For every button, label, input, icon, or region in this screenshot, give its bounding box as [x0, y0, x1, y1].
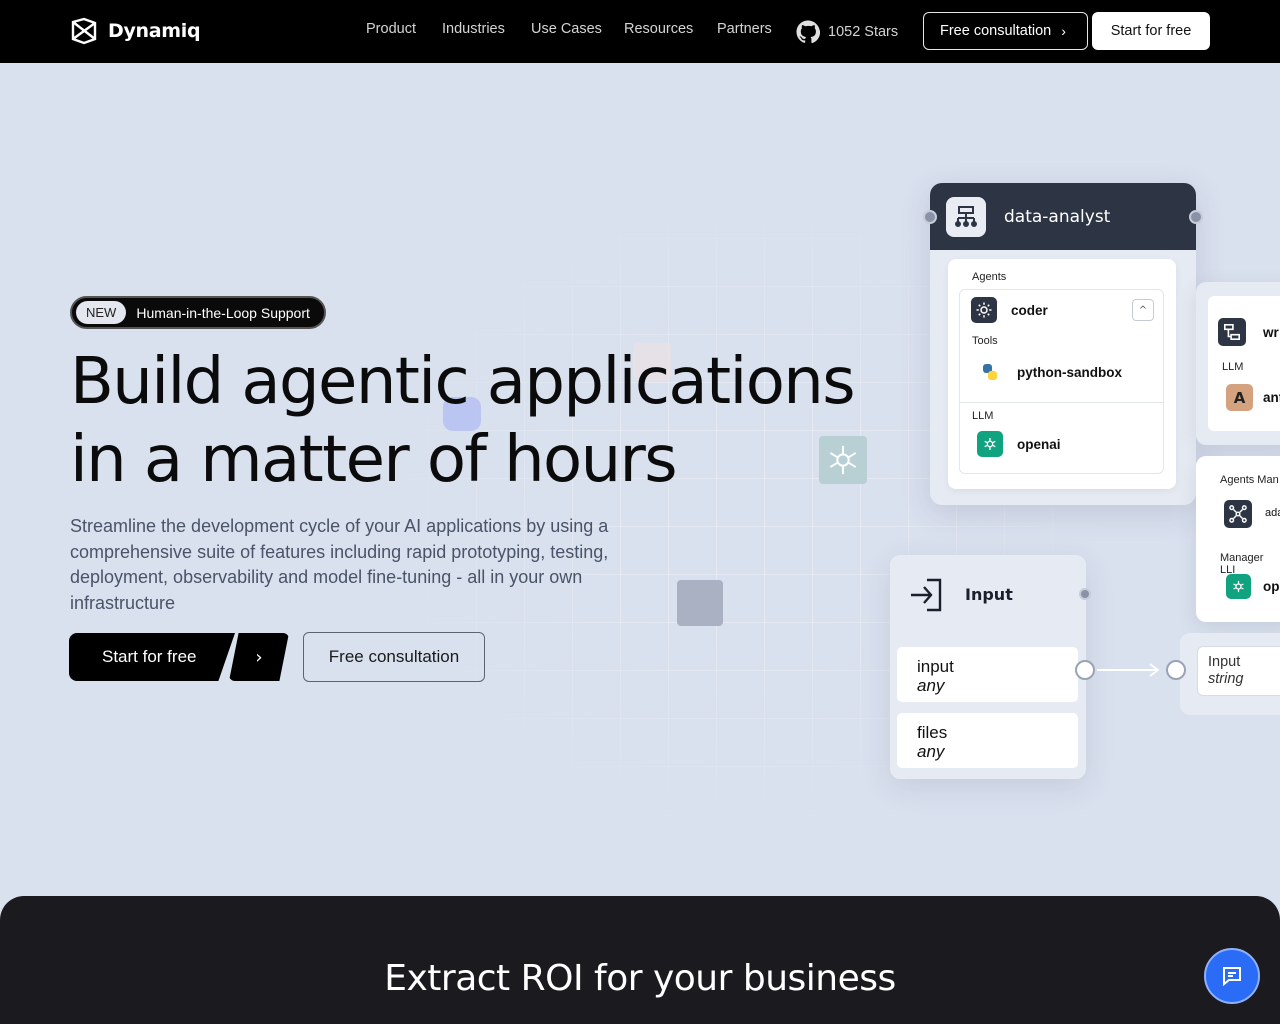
node-title: data-analyst: [1004, 206, 1111, 227]
hero-title-line2: in a matter of hours: [70, 423, 678, 497]
llm-section-label: LLM: [972, 410, 994, 422]
llm-name-partial: ant: [1263, 390, 1280, 405]
sign-in-icon: [911, 578, 942, 612]
agent-row-coder[interactable]: coder: [971, 297, 1048, 323]
dynamiq-logo-icon: [71, 17, 97, 45]
openai-icon: [1226, 574, 1251, 599]
hero-consultation-button[interactable]: Free consultation: [303, 632, 485, 682]
chat-widget-button[interactable]: [1204, 948, 1260, 1004]
tools-section-label: Tools: [972, 335, 998, 347]
floating-grey-tile: [677, 580, 723, 626]
hero-title: Build agentic applications in a matter o…: [70, 343, 890, 499]
workflow-icon: [1218, 318, 1246, 346]
node-title-partial: wr: [1263, 325, 1279, 340]
badge-text: Human-in-the-Loop Support: [136, 304, 310, 321]
github-stars-link[interactable]: 1052 Stars: [796, 20, 898, 44]
input-node-handle[interactable]: [1079, 588, 1091, 600]
nav-consultation-label: Free consultation: [940, 23, 1052, 39]
chat-bubble-icon: [1223, 967, 1241, 987]
python-icon: [977, 359, 1003, 385]
input-connector[interactable]: [1166, 660, 1186, 680]
nav-start-button[interactable]: Start for free: [1092, 12, 1210, 50]
agent-partial: ada: [1265, 507, 1280, 519]
tool-name: python-sandbox: [1017, 364, 1122, 380]
nav-use-cases[interactable]: Use Cases: [531, 21, 602, 37]
target-port-type: string: [1208, 671, 1244, 687]
network-icon: [1224, 500, 1252, 528]
target-port-name: Input: [1208, 654, 1241, 670]
chevron-right-icon: ›: [1061, 23, 1066, 39]
port-type: any: [917, 676, 945, 695]
agents-manager-label: Agents Man: [1220, 474, 1279, 486]
anthropic-icon: A: [1226, 384, 1253, 411]
nav-resources[interactable]: Resources: [624, 21, 693, 37]
badge-new-tag: NEW: [76, 301, 127, 324]
port-name: input: [917, 657, 954, 676]
output-connector[interactable]: [1075, 660, 1095, 680]
roi-section-title: Extract ROI for your business: [384, 958, 896, 999]
hierarchy-icon: [946, 196, 986, 237]
port-type: any: [917, 742, 945, 761]
nav-product[interactable]: Product: [366, 21, 416, 37]
gear-agent-icon: [971, 297, 997, 323]
openai-icon: [977, 431, 1003, 457]
brand-name: Dynamiq: [108, 20, 201, 42]
github-icon: [796, 20, 820, 44]
connection-arrow-icon: [1097, 663, 1160, 677]
nav-partners[interactable]: Partners: [717, 21, 772, 37]
node-input-handle[interactable]: [923, 210, 937, 224]
nav-industries[interactable]: Industries: [442, 21, 505, 37]
hero-subtitle: Streamline the development cycle of your…: [70, 516, 609, 613]
collapse-chevron-up-icon[interactable]: ^: [1132, 299, 1154, 321]
nav-consultation-button[interactable]: Free consultation ›: [923, 12, 1088, 50]
llm-label-right: LLM: [1222, 361, 1244, 373]
input-port-files[interactable]: files any: [897, 713, 1078, 768]
node-header: data-analyst: [930, 183, 1196, 250]
hero-start-arrow-button[interactable]: ›: [229, 633, 289, 681]
manager-llm-label: Manager LLI: [1220, 552, 1264, 576]
agents-section-label: Agents: [972, 271, 1007, 283]
top-navbar: Dynamiq Product Industries Use Cases Res…: [0, 0, 1280, 63]
hero-title-line1: Build agentic applications: [70, 345, 856, 419]
node-output-handle[interactable]: [1189, 210, 1203, 224]
hero-start-button[interactable]: Start for free: [69, 633, 235, 681]
manager-llm-partial: ope: [1263, 579, 1280, 594]
github-stars-count: 1052 Stars: [828, 24, 899, 40]
target-input-port[interactable]: Input string: [1197, 646, 1280, 696]
divider: [960, 402, 1163, 403]
llm-row-openai[interactable]: openai: [977, 431, 1061, 457]
input-node-title: Input: [965, 585, 1013, 604]
announcement-badge[interactable]: NEW Human-in-the-Loop Support: [70, 296, 326, 329]
llm-name: openai: [1017, 436, 1061, 452]
brand-logo[interactable]: Dynamiq: [70, 17, 201, 45]
input-port-input[interactable]: input any: [897, 647, 1078, 702]
agent-name: coder: [1011, 302, 1048, 318]
port-name: files: [917, 723, 948, 742]
chevron-right-icon: ›: [255, 646, 263, 668]
tool-row-python-sandbox[interactable]: python-sandbox: [977, 359, 1122, 385]
